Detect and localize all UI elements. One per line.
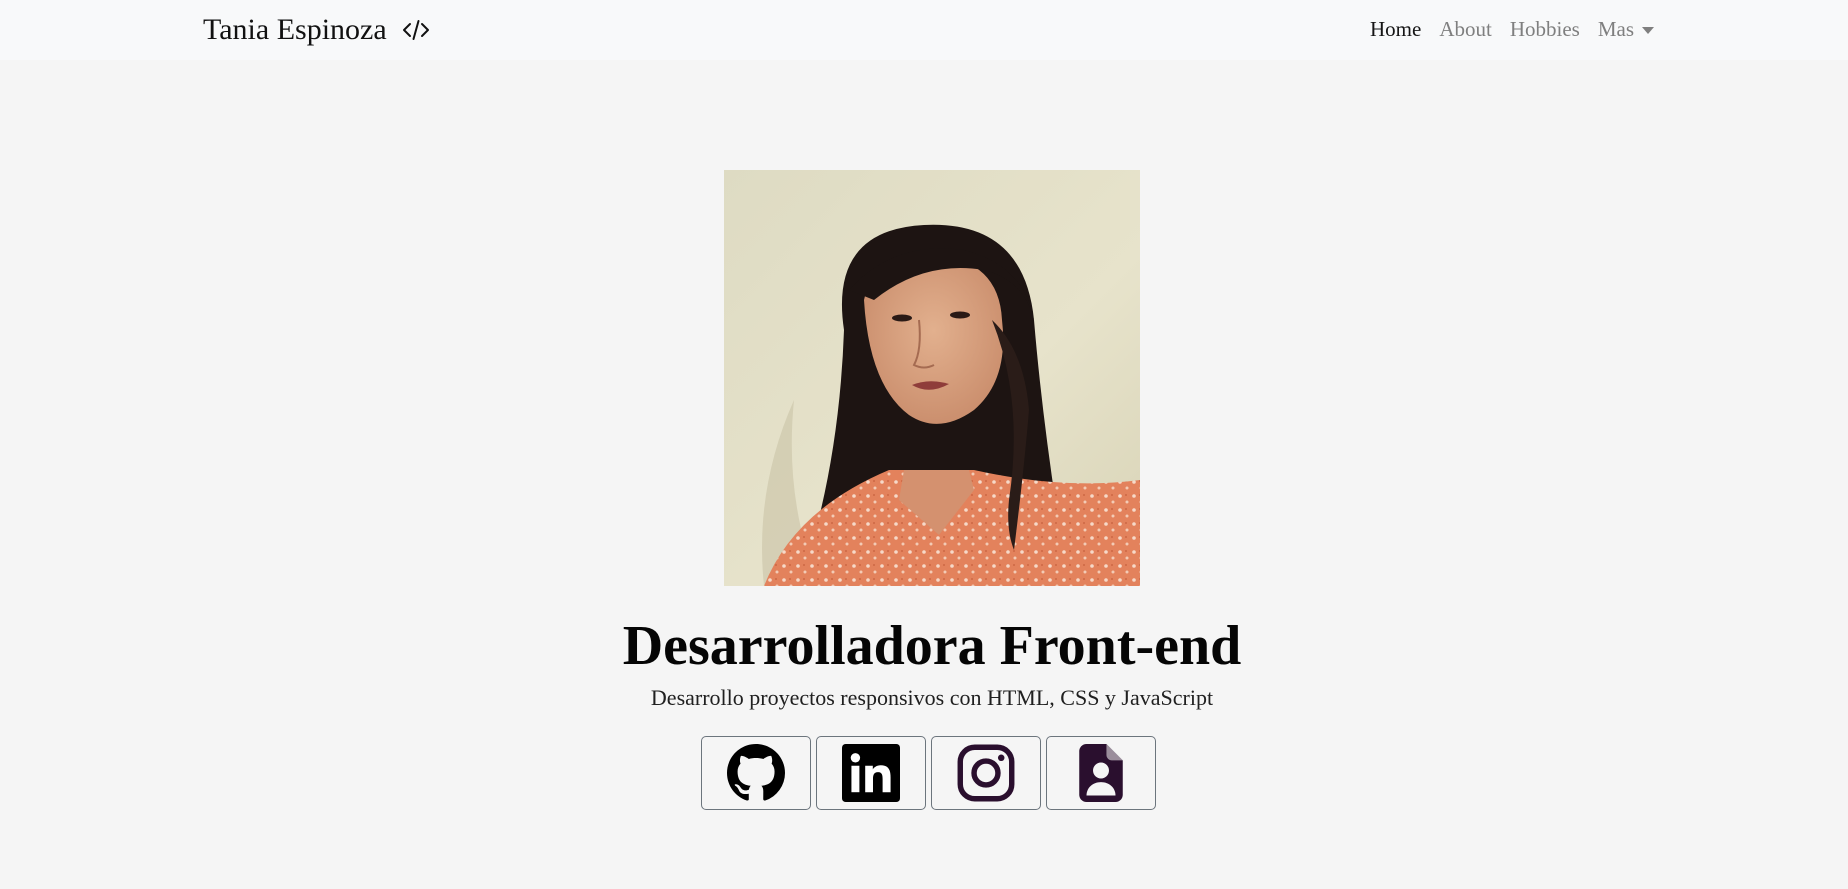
- profile-photo: [724, 170, 1140, 586]
- brand-name: Tania Espinoza: [203, 13, 387, 46]
- linkedin-icon: [842, 744, 900, 802]
- navbar: Tania Espinoza Home About Hobbies Mas: [0, 0, 1848, 60]
- social-links: [701, 736, 1156, 810]
- hero-title: Desarrolladora Front-end: [622, 615, 1242, 677]
- github-button[interactable]: [701, 736, 811, 810]
- nav-dropdown-mas[interactable]: Mas: [1598, 14, 1654, 44]
- hero-subtitle: Desarrollo proyectos responsivos con HTM…: [650, 685, 1214, 710]
- nav-link-home[interactable]: Home: [1370, 14, 1421, 44]
- linkedin-button[interactable]: [816, 736, 926, 810]
- instagram-button[interactable]: [931, 736, 1041, 810]
- github-icon: [727, 744, 785, 801]
- nav-link-hobbies[interactable]: Hobbies: [1510, 14, 1580, 44]
- nav-link-about[interactable]: About: [1439, 14, 1492, 44]
- resume-button[interactable]: [1046, 736, 1156, 810]
- instagram-icon: [957, 744, 1015, 802]
- caret-down-icon: [1642, 26, 1654, 34]
- resume-file-icon: [1079, 744, 1123, 802]
- nav-links: Home About Hobbies Mas: [1370, 14, 1654, 44]
- code-slash-icon: [401, 15, 431, 45]
- nav-dropdown-label: Mas: [1597, 17, 1634, 41]
- brand-link[interactable]: Tania Espinoza: [203, 9, 431, 51]
